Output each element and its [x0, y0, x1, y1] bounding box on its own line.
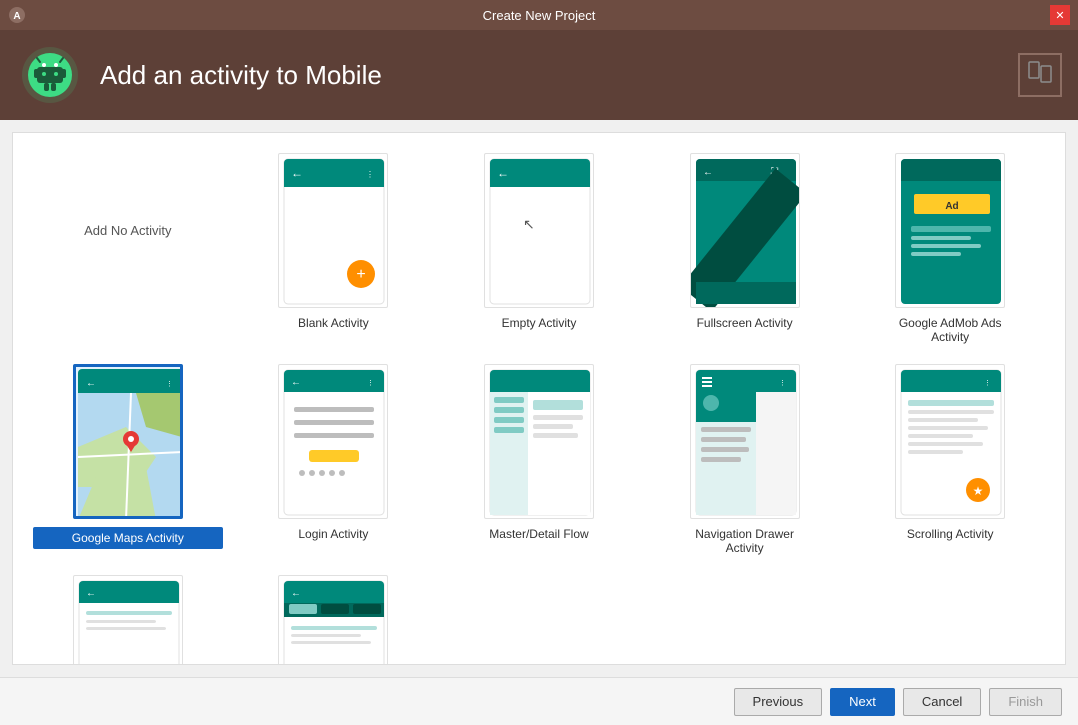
activity-card-fullscreen[interactable]: ← ⛶ Fullscreen Activity	[650, 153, 840, 330]
admob-activity-label: Google AdMob Ads Activity	[895, 316, 1005, 344]
maps-activity-svg: ← ⋮	[76, 367, 183, 519]
activity-card-empty[interactable]: ← ↖ Empty Activity	[444, 153, 634, 330]
fullscreen-activity-svg: ← ⛶	[691, 154, 800, 308]
svg-text:←: ←	[86, 378, 96, 389]
activity-card-admob[interactable]: Ad Google AdMob Ads Activity	[855, 153, 1045, 344]
settings-row3-preview: ←	[73, 575, 183, 665]
bottom-bar: Previous Next Cancel Finish	[0, 677, 1078, 725]
blank-activity-label: Blank Activity	[278, 316, 388, 330]
activity-card-tabbed-row3[interactable]: ← Tabbed Activity	[239, 575, 429, 665]
svg-text:+: +	[357, 266, 366, 283]
masterdetail-activity-preview	[484, 364, 594, 519]
svg-text:⋮: ⋮	[366, 170, 374, 179]
maps-activity-preview: ← ⋮	[73, 364, 183, 519]
svg-text:←: ←	[291, 166, 303, 180]
tabbed-row3-svg: ←	[279, 576, 388, 665]
svg-text:←: ←	[86, 588, 96, 599]
window-title: Create New Project	[483, 8, 596, 23]
app-logo-icon: A	[8, 6, 26, 24]
navdrawer-activity-preview: ⋮	[690, 364, 800, 519]
svg-text:←: ←	[291, 588, 301, 599]
login-activity-label: Login Activity	[278, 527, 388, 541]
svg-text:⋮: ⋮	[367, 380, 374, 387]
settings-row3-svg: ←	[74, 576, 183, 665]
activities-grid: Add No Activity ← ⋮ +	[33, 153, 1045, 665]
window-controls: ✕	[1050, 5, 1070, 25]
blank-activity-preview: ← ⋮ +	[278, 153, 388, 308]
phone-preview-icon	[1018, 53, 1062, 97]
next-button[interactable]: Next	[830, 688, 895, 716]
masterdetail-activity-label: Master/Detail Flow	[484, 527, 594, 541]
empty-activity-preview: ← ↖	[484, 153, 594, 308]
svg-text:←: ←	[291, 377, 301, 388]
title-bar: A Create New Project ✕	[0, 0, 1078, 30]
scrolling-activity-label: Scrolling Activity	[895, 527, 1005, 541]
svg-text:⋮: ⋮	[984, 380, 991, 387]
empty-activity-label: Empty Activity	[484, 316, 594, 330]
svg-text:★: ★	[973, 484, 984, 498]
activity-card-scrolling[interactable]: ⋮ ★ Scrolling Activity	[855, 364, 1045, 541]
masterdetail-activity-svg	[485, 365, 594, 519]
previous-button[interactable]: Previous	[734, 688, 823, 716]
device-icon	[1025, 60, 1055, 90]
cancel-button[interactable]: Cancel	[903, 688, 981, 716]
fullscreen-activity-preview: ← ⛶	[690, 153, 800, 308]
close-button[interactable]: ✕	[1050, 5, 1070, 25]
activity-card-blank[interactable]: ← ⋮ + Blank Activity	[239, 153, 429, 330]
login-activity-svg: ← ⋮	[279, 365, 388, 519]
page-title: Add an activity to Mobile	[100, 60, 382, 91]
finish-button[interactable]: Finish	[989, 688, 1062, 716]
navdrawer-activity-label: Navigation Drawer Activity	[690, 527, 800, 555]
activity-card-maps[interactable]: ← ⋮	[33, 364, 223, 549]
activity-card-add-no[interactable]: Add No Activity	[33, 153, 223, 308]
svg-text:⋮: ⋮	[779, 380, 786, 387]
scrolling-activity-svg: ⋮ ★	[896, 365, 1005, 519]
add-no-activity-label: Add No Activity	[84, 223, 171, 238]
navdrawer-activity-svg: ⋮	[691, 365, 800, 519]
svg-text:←: ←	[497, 166, 509, 180]
empty-activity-svg: ← ↖	[485, 154, 594, 308]
admob-activity-svg: Ad	[896, 154, 1005, 308]
tabbed-row3-preview: ←	[278, 575, 388, 665]
svg-text:↖: ↖	[523, 216, 535, 232]
activity-card-masterdetail[interactable]: Master/Detail Flow	[444, 364, 634, 541]
maps-activity-label: Google Maps Activity	[33, 527, 223, 549]
admob-activity-preview: Ad	[895, 153, 1005, 308]
activity-card-login[interactable]: ← ⋮ Login Activity	[239, 364, 429, 541]
scrolling-activity-preview: ⋮ ★	[895, 364, 1005, 519]
svg-text:A: A	[13, 11, 20, 22]
activity-card-navdrawer[interactable]: ⋮	[650, 364, 840, 555]
activity-card-settings-row3[interactable]: ← Settings Activity	[33, 575, 223, 665]
android-studio-icon	[20, 45, 80, 105]
page-header: Add an activity to Mobile	[0, 30, 1078, 120]
activities-panel: Add No Activity ← ⋮ +	[12, 132, 1066, 665]
blank-activity-svg: ← ⋮ +	[279, 154, 388, 308]
fullscreen-activity-label: Fullscreen Activity	[690, 316, 800, 330]
svg-text:⋮: ⋮	[166, 381, 173, 388]
svg-text:←: ←	[703, 167, 713, 178]
add-no-activity-preview: Add No Activity	[73, 153, 183, 308]
login-activity-preview: ← ⋮	[278, 364, 388, 519]
svg-text:Ad: Ad	[946, 201, 959, 212]
